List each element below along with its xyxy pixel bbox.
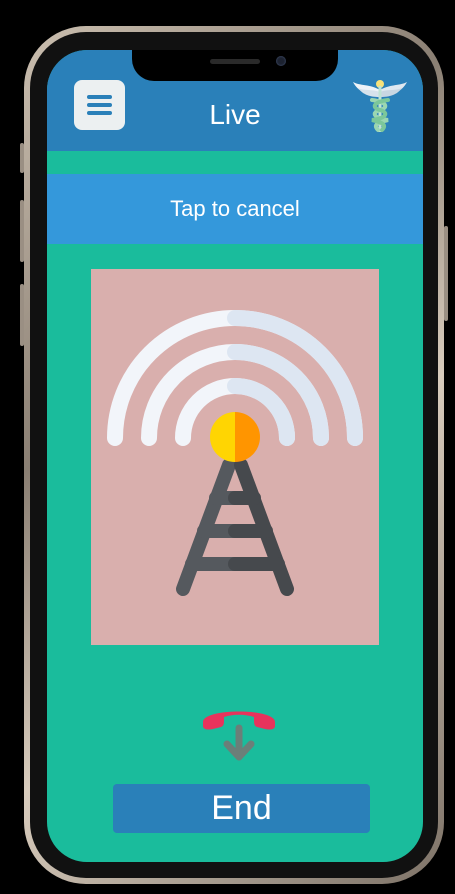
volume-up-button bbox=[20, 200, 24, 262]
tap-to-cancel-bar[interactable]: Tap to cancel bbox=[47, 174, 423, 244]
earpiece-speaker bbox=[210, 59, 260, 64]
app-screen: Live Tap to cancel End bbox=[47, 50, 423, 862]
notch bbox=[132, 50, 338, 81]
device-stage: Live Tap to cancel End bbox=[0, 0, 455, 894]
broadcast-tower-icon bbox=[107, 310, 363, 596]
front-camera bbox=[276, 56, 286, 66]
end-call-button[interactable]: End bbox=[113, 784, 370, 833]
caduceus-icon bbox=[353, 80, 407, 132]
hang-up-phone-icon[interactable] bbox=[199, 702, 279, 766]
volume-down-button bbox=[20, 284, 24, 346]
power-button bbox=[444, 226, 448, 321]
signal-card bbox=[91, 269, 379, 645]
mute-switch bbox=[20, 143, 24, 173]
